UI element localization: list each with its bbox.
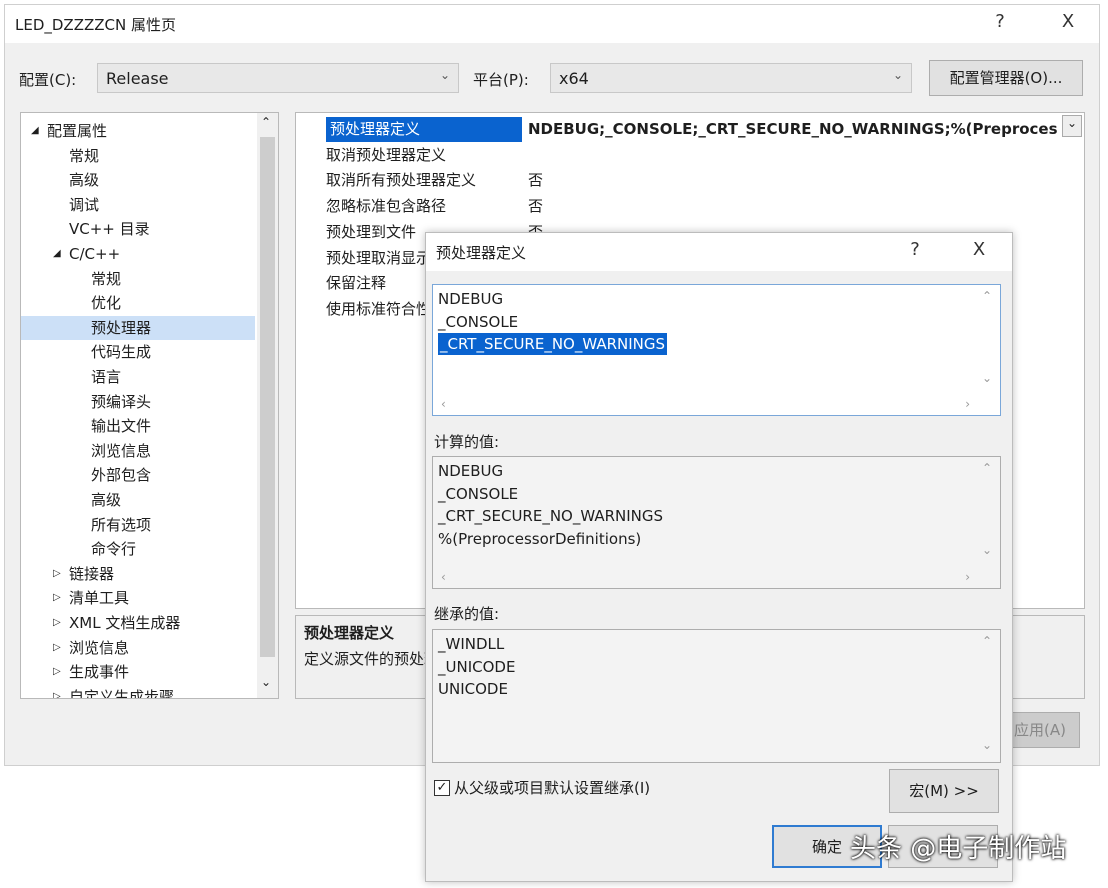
- expander-icon[interactable]: ▷: [53, 562, 61, 586]
- property-name[interactable]: 预处理器定义: [326, 117, 522, 142]
- inherited-values-box: ⌃ ⌄ _WINDLL _UNICODE UNICODE: [432, 629, 1001, 763]
- chevron-right-icon[interactable]: ›: [965, 570, 970, 584]
- help-button[interactable]: ?: [985, 11, 1015, 32]
- property-value[interactable]: 否: [528, 168, 543, 193]
- property-name[interactable]: 忽略标准包含路径: [326, 194, 446, 219]
- chevron-down-icon[interactable]: ⌄: [982, 543, 992, 557]
- tree-item-label: 所有选项: [91, 515, 152, 534]
- close-button[interactable]: X: [1053, 11, 1083, 32]
- inherit-checkbox-label: 从父级或项目默认设置继承(I): [454, 779, 651, 797]
- tree-item-label: 常规: [91, 269, 122, 288]
- inherit-checkbox[interactable]: ✓ 从父级或项目默认设置继承(I): [434, 777, 650, 798]
- config-manager-button[interactable]: 配置管理器(O)...: [929, 60, 1083, 96]
- expander-icon[interactable]: ▷: [53, 586, 61, 610]
- chevron-up-icon[interactable]: ⌃: [982, 289, 992, 303]
- tree-item-label: 预处理器: [91, 318, 152, 337]
- title-bar: LED_DZZZZCN 属性页 ? X: [5, 5, 1099, 43]
- tree-scrollbar[interactable]: ⌃ ⌄: [257, 113, 278, 698]
- config-value: Release: [106, 69, 169, 88]
- property-name[interactable]: 保留注释: [326, 271, 386, 296]
- value-dropdown-button[interactable]: ⌄: [1062, 115, 1082, 137]
- chevron-up-icon[interactable]: ⌃: [982, 461, 992, 475]
- platform-label: 平台(P):: [473, 71, 529, 89]
- scrollbar-thumb[interactable]: [260, 137, 275, 657]
- value-line: _CRT_SECURE_NO_WARNINGS: [438, 507, 664, 525]
- tree-item-label: 输出文件: [91, 417, 152, 436]
- property-value[interactable]: NDEBUG;_CONSOLE;_CRT_SECURE_NO_WARNINGS;…: [528, 117, 1058, 142]
- chevron-left-icon[interactable]: ‹: [441, 397, 446, 411]
- config-label: 配置(C):: [19, 71, 77, 89]
- chevron-down-icon[interactable]: ⌄: [982, 371, 992, 385]
- expander-icon[interactable]: ▷: [53, 685, 61, 698]
- tree-item-label: 自定义生成步骤: [69, 687, 175, 699]
- tree-item-label: 优化: [91, 294, 122, 313]
- value-line: UNICODE: [438, 680, 508, 698]
- chevron-down-icon: ⌄: [892, 68, 903, 82]
- tree-item-label: 配置属性: [47, 122, 108, 140]
- chevron-down-icon: ⌄: [439, 68, 450, 82]
- property-name[interactable]: 预处理到文件: [326, 220, 416, 245]
- tree-item-label: 命令行: [91, 540, 137, 559]
- platform-value: x64: [559, 69, 589, 88]
- property-name[interactable]: 取消预处理器定义: [326, 143, 446, 168]
- property-tree: ◢ 配置属性 常规 高级 调试 VC++ 目录 ◢ C/C++ 常规 优化 预处理器 代码生成 语言 预编…: [20, 112, 279, 699]
- dialog-help-button[interactable]: ?: [900, 239, 930, 260]
- expander-icon[interactable]: ▷: [53, 611, 61, 635]
- chevron-up-icon[interactable]: ⌃: [982, 634, 992, 648]
- expander-icon[interactable]: ▷: [53, 636, 61, 660]
- tree-item-label: 代码生成: [91, 343, 152, 362]
- value-line: _CONSOLE: [438, 484, 519, 503]
- chevron-right-icon[interactable]: ›: [965, 397, 970, 411]
- tree-item-label: 清单工具: [69, 589, 130, 608]
- preprocessor-dialog: 预处理器定义 ? X ⌃ ⌄ ‹ › NDEBUG _CONSOLE _CRT_SE…: [425, 232, 1013, 882]
- value-line: NDEBUG: [438, 290, 504, 308]
- tree-item-label: 预编译头: [91, 392, 152, 411]
- watermark: 头条 @电子制作站: [850, 834, 1067, 864]
- tree-item-label: 生成事件: [69, 663, 130, 682]
- value-line: _UNICODE: [438, 657, 516, 676]
- tree-item-label: 外部包含: [91, 466, 152, 485]
- value-line: _CONSOLE: [438, 312, 519, 331]
- value-line: _WINDLL: [438, 635, 505, 653]
- window-title: LED_DZZZZCN 属性页: [15, 16, 177, 34]
- tree-item-label: 调试: [69, 195, 100, 214]
- tree-item-label: 高级: [91, 491, 122, 509]
- chevron-down-icon[interactable]: ⌄: [982, 738, 992, 752]
- chevron-down-icon[interactable]: ⌄: [261, 675, 271, 689]
- tree-item-label: C/C++: [69, 245, 121, 263]
- expander-icon[interactable]: ◢: [53, 242, 61, 266]
- value-line: %(PreprocessorDefinitions): [438, 529, 642, 548]
- tree-item-label: 浏览信息: [91, 441, 152, 460]
- tree-item-label: 浏览信息: [69, 638, 130, 657]
- chevron-up-icon[interactable]: ⌃: [261, 115, 271, 129]
- tree-item-label: XML 文档生成器: [69, 614, 181, 632]
- tree-item-label: 常规: [69, 146, 100, 165]
- computed-label: 计算的值:: [434, 433, 500, 451]
- value-line: NDEBUG: [438, 462, 504, 480]
- tree-item-label: 语言: [91, 368, 122, 386]
- chevron-left-icon[interactable]: ‹: [441, 570, 446, 584]
- computed-values-box: ⌃ ⌄ ‹ › NDEBUG _CONSOLE _CRT_SECURE_NO_WAR…: [432, 456, 1001, 589]
- dialog-title-bar: 预处理器定义 ? X: [426, 233, 1012, 271]
- expander-icon[interactable]: ◢: [31, 119, 39, 143]
- tree-item-label: 高级: [69, 171, 100, 190]
- tree-item-label: 链接器: [69, 564, 115, 583]
- expander-icon[interactable]: ▷: [53, 660, 61, 684]
- property-value[interactable]: 否: [528, 194, 543, 219]
- macros-button[interactable]: 宏(M) >>: [889, 769, 999, 813]
- value-line: _CRT_SECURE_NO_WARNINGS: [438, 333, 668, 355]
- dialog-title: 预处理器定义: [436, 244, 527, 262]
- tree-item-label: VC++ 目录: [69, 220, 150, 239]
- config-select[interactable]: Release ⌄: [97, 63, 459, 93]
- dialog-close-button[interactable]: X: [964, 239, 994, 260]
- property-name[interactable]: 取消所有预处理器定义: [326, 168, 476, 193]
- tree-item[interactable]: 预处理器: [21, 315, 255, 340]
- checkbox-check-icon[interactable]: ✓: [434, 779, 450, 796]
- platform-select[interactable]: x64 ⌄: [550, 63, 912, 93]
- inherited-label: 继承的值:: [434, 605, 500, 623]
- description-title: 预处理器定义: [304, 624, 395, 642]
- definitions-edit-box[interactable]: ⌃ ⌄ ‹ › NDEBUG _CONSOLE _CRT_SECURE_NO_WAR…: [432, 284, 1001, 416]
